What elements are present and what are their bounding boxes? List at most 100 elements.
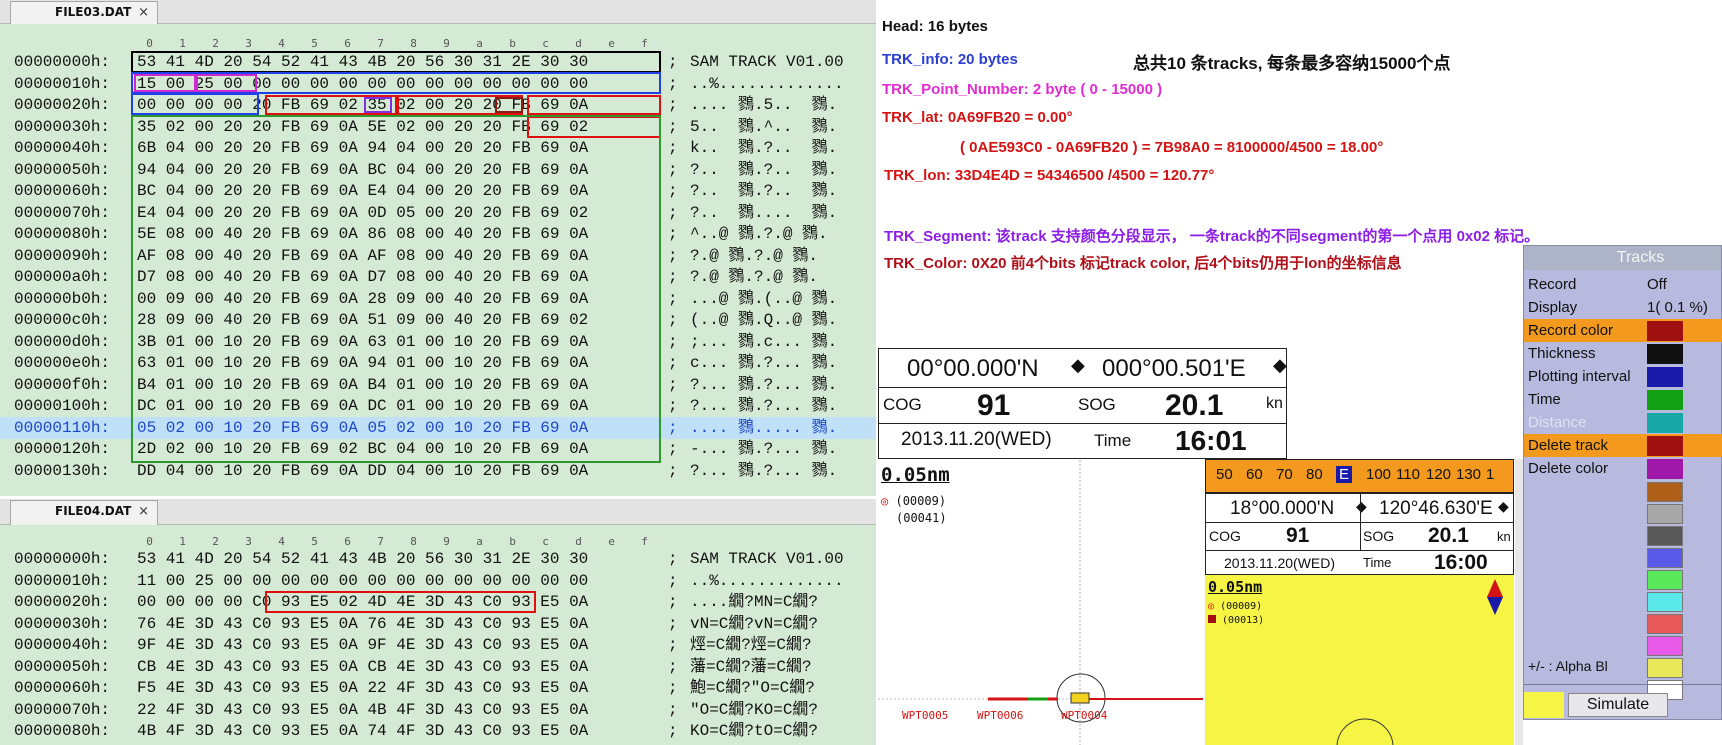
hex-row[interactable]: 00000060h: BC 04 00 20 20 FB 69 0A E4 04 …: [0, 180, 876, 202]
color-swatch[interactable]: [1647, 436, 1683, 456]
hex-row-bytes[interactable]: E4 04 00 20 20 FB 69 0A 0D 05 00 20 20 F…: [137, 202, 588, 224]
hex-row-ascii[interactable]: ?... 鷚.?... 鷚.: [690, 374, 837, 396]
hex-row[interactable]: 00000030h: 35 02 00 20 20 FB 69 0A 5E 02 …: [0, 116, 876, 138]
menu-item-record-color[interactable]: Record color: [1524, 319, 1722, 342]
hex-row-bytes[interactable]: 11 00 25 00 00 00 00 00 00 00 00 00 00 0…: [137, 570, 588, 592]
hex-row-bytes[interactable]: 6B 04 00 20 20 FB 69 0A 94 04 00 20 20 F…: [137, 137, 588, 159]
hex-row-bytes[interactable]: 15 00 25 00 00 00 00 00 00 00 00 00 00 0…: [137, 73, 588, 95]
hex-row-bytes[interactable]: DC 01 00 10 20 FB 69 0A DC 01 00 10 20 F…: [137, 395, 588, 417]
hex-row[interactable]: 000000a0h: D7 08 00 40 20 FB 69 0A D7 08 …: [0, 266, 876, 288]
color-swatch[interactable]: [1647, 390, 1683, 410]
hex-row[interactable]: 00000040h: 9F 4E 3D 43 C0 93 E5 0A 9F 4E …: [0, 634, 876, 656]
hex-row[interactable]: 00000050h: CB 4E 3D 43 C0 93 E5 0A CB 4E …: [0, 656, 876, 678]
hex-row-ascii[interactable]: ^..@ 鷚.?.@ 鷚.: [690, 223, 828, 245]
menu-item-delete-color[interactable]: Delete color: [1524, 457, 1722, 480]
hex-row-bytes[interactable]: 00 00 00 00 C0 93 E5 02 4D 4E 3D 43 C0 9…: [137, 591, 588, 613]
hex-row[interactable]: 000000b0h: 00 09 00 40 20 FB 69 0A 28 09 …: [0, 288, 876, 310]
hex-row-bytes[interactable]: 94 04 00 20 20 FB 69 0A BC 04 00 20 20 F…: [137, 159, 588, 181]
plotter2-chart[interactable]: 0.05nm ◎ (00009) (00013): [1205, 575, 1514, 745]
hex-row-bytes[interactable]: 22 4F 3D 43 C0 93 E5 0A 4B 4F 3D 43 C0 9…: [137, 699, 588, 721]
hex-row-bytes[interactable]: 2D 02 00 10 20 FB 69 02 BC 04 00 10 20 F…: [137, 438, 588, 460]
hex-row-bytes[interactable]: F5 4E 3D 43 C0 93 E5 0A 22 4F 3D 43 C0 9…: [137, 677, 588, 699]
hex-row[interactable]: 00000020h: 00 00 00 00 20 FB 69 02 35 02 …: [0, 94, 876, 116]
color-swatch[interactable]: [1647, 548, 1683, 568]
hex-row-ascii[interactable]: ...@ 鷚.(..@ 鷚.: [690, 288, 837, 310]
hex-row-ascii[interactable]: KO=C繝?tO=C繝?: [690, 720, 818, 742]
hex-row-ascii[interactable]: ?... 鷚.?... 鷚.: [690, 395, 837, 417]
hex-row-ascii[interactable]: 鮑=C繝?"O=C繝?: [690, 677, 815, 699]
hex-row-ascii[interactable]: ..%.............: [690, 73, 844, 95]
hex-row-bytes[interactable]: DD 04 00 10 20 FB 69 0A DD 04 00 10 20 F…: [137, 460, 588, 482]
hex-row-ascii[interactable]: ?.. 鷚.... 鷚.: [690, 202, 837, 224]
hex-row-ascii[interactable]: SAM TRACK V01.00: [690, 548, 844, 570]
hex-row[interactable]: 00000080h: 4B 4F 3D 43 C0 93 E5 0A 74 4F …: [0, 720, 876, 742]
hex-row[interactable]: 00000000h: 53 41 4D 20 54 52 41 43 4B 20 …: [0, 51, 876, 73]
hex-row-ascii[interactable]: .... 鷚..... 鷚.: [690, 417, 837, 439]
menu-item-thickness[interactable]: Thickness: [1524, 342, 1722, 365]
plotter1-chart[interactable]: 0.05nm ◎ (00009) (00041) WPT0005 WPT0006…: [878, 460, 1203, 745]
color-swatch[interactable]: [1647, 526, 1683, 546]
hex-row-bytes[interactable]: 9F 4E 3D 43 C0 93 E5 0A 9F 4E 3D 43 C0 9…: [137, 634, 588, 656]
hex-row-bytes[interactable]: 4B 4F 3D 43 C0 93 E5 0A 74 4F 3D 43 C0 9…: [137, 720, 588, 742]
hex-row[interactable]: 00000010h: 15 00 25 00 00 00 00 00 00 00 …: [0, 73, 876, 95]
close-icon[interactable]: ×: [138, 2, 149, 23]
hex-row-ascii[interactable]: ?.. 鷚.?.. 鷚.: [690, 159, 837, 181]
hex-row-bytes[interactable]: 76 4E 3D 43 C0 93 E5 0A 76 4E 3D 43 C0 9…: [137, 613, 588, 635]
color-swatch[interactable]: [1647, 367, 1683, 387]
hex-row[interactable]: 00000040h: 6B 04 00 20 20 FB 69 0A 94 04 …: [0, 137, 876, 159]
menu-item-distance[interactable]: Distance: [1524, 411, 1722, 434]
hex-row-ascii[interactable]: c... 鷚.?... 鷚.: [690, 352, 837, 374]
hex-row-ascii[interactable]: -... 鷚.?... 鷚.: [690, 438, 837, 460]
hex-row-ascii[interactable]: 烴=C繝?烴=C繝?: [690, 634, 812, 656]
menu-item-delete-track[interactable]: Delete track: [1524, 434, 1722, 457]
color-swatch[interactable]: [1647, 592, 1683, 612]
hex-row-ascii[interactable]: 5.. 鷚.^.. 鷚.: [690, 116, 837, 138]
hex-row-ascii[interactable]: ?.@ 鷚.?.@ 鷚.: [690, 266, 818, 288]
hex-row[interactable]: 00000020h: 00 00 00 00 C0 93 E5 02 4D 4E …: [0, 591, 876, 613]
hex-row[interactable]: 00000110h: 05 02 00 10 20 FB 69 0A 05 02 …: [0, 416, 876, 439]
hex-row-bytes[interactable]: 3B 01 00 10 20 FB 69 0A 63 01 00 10 20 F…: [137, 331, 588, 353]
menu-item-plotting-interval[interactable]: Plotting interval: [1524, 365, 1722, 388]
color-swatch[interactable]: [1647, 614, 1683, 634]
hex-row[interactable]: 00000030h: 76 4E 3D 43 C0 93 E5 0A 76 4E …: [0, 613, 876, 635]
hex-row-ascii[interactable]: 藩=C繝?藩=C繝?: [690, 656, 812, 678]
hex-row-ascii[interactable]: ?... 鷚.?... 鷚.: [690, 460, 837, 482]
hex-row[interactable]: 00000070h: 22 4F 3D 43 C0 93 E5 0A 4B 4F …: [0, 699, 876, 721]
hex-row-bytes[interactable]: 35 02 00 20 20 FB 69 0A 5E 02 00 20 20 F…: [137, 116, 588, 138]
hex-row-ascii[interactable]: ....繝?MN=C繝?: [690, 591, 818, 613]
hex-row-ascii[interactable]: (..@ 鷚.Q..@ 鷚.: [690, 309, 837, 331]
hex-row[interactable]: 000000c0h: 28 09 00 40 20 FB 69 0A 51 09 …: [0, 309, 876, 331]
color-swatch[interactable]: [1647, 413, 1683, 433]
color-swatch[interactable]: [1647, 504, 1683, 524]
hex-row[interactable]: 00000010h: 11 00 25 00 00 00 00 00 00 00 …: [0, 570, 876, 592]
hex-row-ascii[interactable]: ?.. 鷚.?.. 鷚.: [690, 180, 837, 202]
hex-row[interactable]: 000000f0h: B4 01 00 10 20 FB 69 0A B4 01 …: [0, 374, 876, 396]
hex-row-ascii[interactable]: k.. 鷚.?.. 鷚.: [690, 137, 837, 159]
color-swatch[interactable]: [1647, 344, 1683, 364]
hex-row-ascii[interactable]: vN=C繝?vN=C繝?: [690, 613, 818, 635]
hex-row[interactable]: 000000e0h: 63 01 00 10 20 FB 69 0A 94 01 …: [0, 352, 876, 374]
hex-row[interactable]: 000000d0h: 3B 01 00 10 20 FB 69 0A 63 01 …: [0, 331, 876, 353]
hex-row[interactable]: 00000120h: 2D 02 00 10 20 FB 69 02 BC 04 …: [0, 438, 876, 460]
hex-row[interactable]: 00000080h: 5E 08 00 40 20 FB 69 0A 86 08 …: [0, 223, 876, 245]
color-swatch[interactable]: [1647, 482, 1683, 502]
hex-row[interactable]: 00000070h: E4 04 00 20 20 FB 69 0A 0D 05 …: [0, 202, 876, 224]
hex-row-ascii[interactable]: ;... 鷚.c... 鷚.: [690, 331, 837, 353]
hex-row-bytes[interactable]: 53 41 4D 20 54 52 41 43 4B 20 56 30 31 2…: [137, 51, 588, 73]
hex-row-bytes[interactable]: BC 04 00 20 20 FB 69 0A E4 04 00 20 20 F…: [137, 180, 588, 202]
color-swatch[interactable]: [1647, 636, 1683, 656]
hex-row-bytes[interactable]: 00 09 00 40 20 FB 69 0A 28 09 00 40 20 F…: [137, 288, 588, 310]
color-swatch[interactable]: [1647, 321, 1683, 341]
close-icon[interactable]: ×: [138, 501, 149, 522]
menu-item-display[interactable]: Display 1( 0.1 %): [1524, 296, 1722, 319]
hex-row[interactable]: 00000000h: 53 41 4D 20 54 52 41 43 4B 20 …: [0, 548, 876, 570]
hex-row-bytes[interactable]: D7 08 00 40 20 FB 69 0A D7 08 00 40 20 F…: [137, 266, 588, 288]
hex-row[interactable]: 00000130h: DD 04 00 10 20 FB 69 0A DD 04 …: [0, 460, 876, 482]
simulate-button[interactable]: Simulate: [1568, 693, 1668, 717]
hex-row-ascii[interactable]: .... 鷚.5.. 鷚.: [690, 94, 837, 116]
hex-row[interactable]: 00000050h: 94 04 00 20 20 FB 69 0A BC 04 …: [0, 159, 876, 181]
hex-row[interactable]: 00000100h: DC 01 00 10 20 FB 69 0A DC 01 …: [0, 395, 876, 417]
menu-item-record[interactable]: Record Off: [1524, 273, 1722, 296]
tab-file04[interactable]: FILE04.DAT ×: [10, 500, 158, 525]
hex-row-bytes[interactable]: 5E 08 00 40 20 FB 69 0A 86 08 00 40 20 F…: [137, 223, 588, 245]
